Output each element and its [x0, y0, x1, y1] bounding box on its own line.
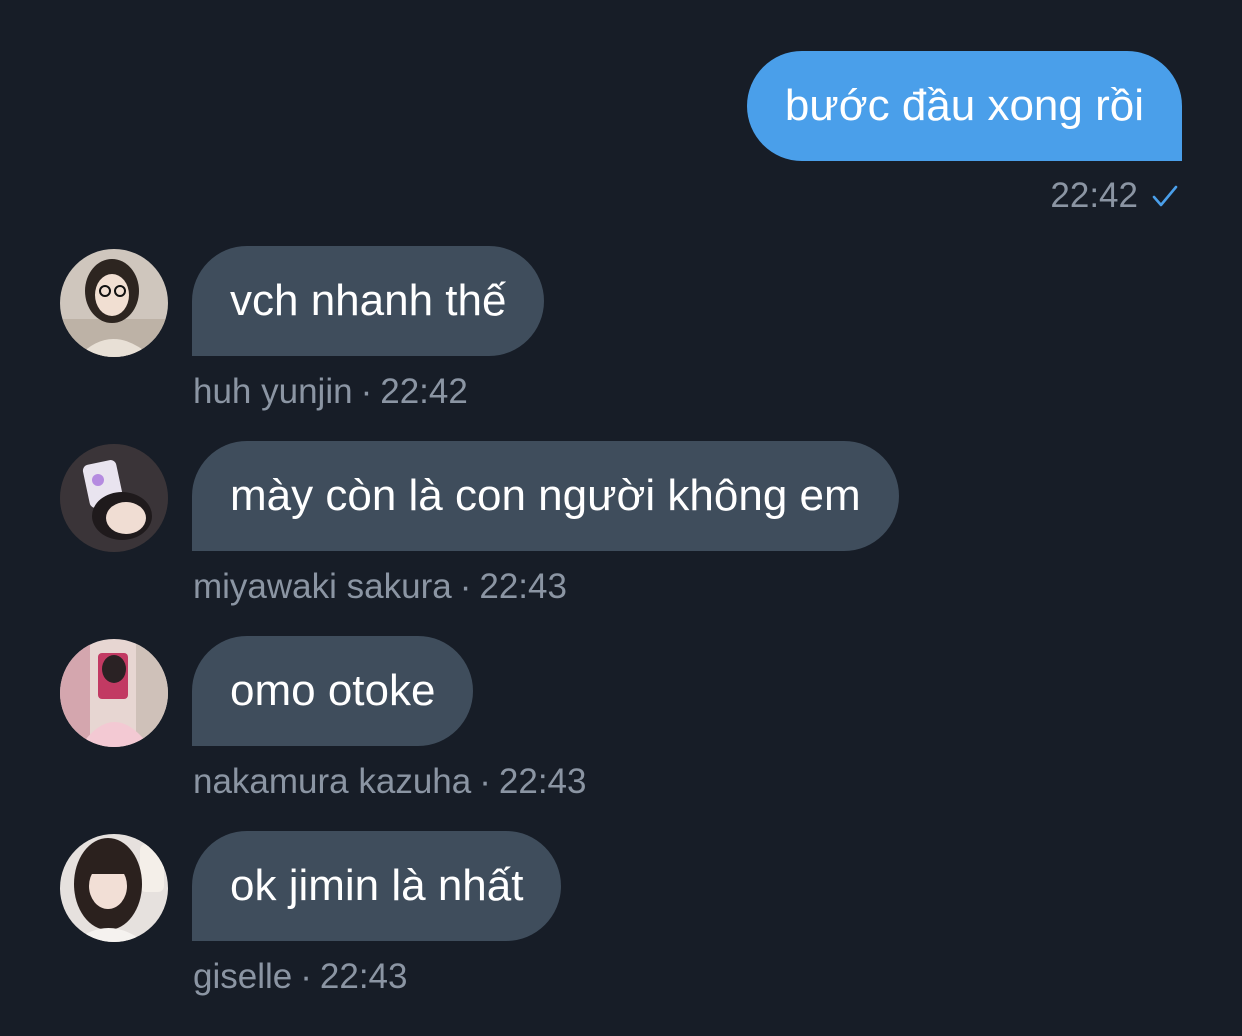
message-text: omo otoke	[230, 666, 436, 715]
message-text: vch nhanh thế	[230, 276, 507, 325]
message-meta: miyawaki sakura · 22:43	[193, 563, 567, 611]
chat-thread: bước đầu xong rồi 22:42 vch nhanh thế hu…	[0, 0, 1242, 1036]
outgoing-message-time: 22:42	[1050, 176, 1138, 215]
outgoing-message-text: bước đầu xong rồi	[784, 81, 1144, 130]
outgoing-message-bubble[interactable]: bước đầu xong rồi	[746, 51, 1182, 161]
incoming-message: ok jimin là nhất giselle · 22:43	[60, 831, 1180, 1001]
sender-name: nakamura kazuha	[193, 762, 472, 801]
avatar[interactable]	[60, 834, 168, 942]
avatar[interactable]	[60, 639, 168, 747]
sender-name: giselle	[193, 957, 293, 996]
incoming-message: vch nhanh thế huh yunjin · 22:42	[60, 246, 1180, 416]
incoming-message-bubble[interactable]: omo otoke	[192, 636, 474, 746]
avatar-photo-icon	[60, 639, 168, 747]
incoming-message-bubble[interactable]: ok jimin là nhất	[192, 831, 562, 941]
incoming-message-bubble[interactable]: mày còn là con người không em	[192, 441, 899, 551]
meta-separator: ·	[360, 372, 373, 411]
message-time: 22:43	[479, 567, 567, 606]
meta-separator: ·	[300, 957, 312, 996]
sender-name: huh yunjin	[193, 372, 353, 411]
meta-separator: ·	[479, 762, 491, 801]
incoming-message: omo otoke nakamura kazuha · 22:43	[60, 636, 1180, 806]
avatar-photo-icon	[60, 249, 168, 357]
incoming-message: mày còn là con người không em miyawaki s…	[60, 441, 1180, 611]
incoming-message-bubble[interactable]: vch nhanh thế	[192, 246, 545, 356]
message-meta: nakamura kazuha · 22:43	[193, 758, 586, 806]
message-meta: giselle · 22:43	[193, 953, 407, 1001]
avatar-photo-icon	[60, 444, 168, 552]
outgoing-message-meta: 22:42	[1050, 172, 1180, 220]
avatar[interactable]	[60, 444, 168, 552]
message-time: 22:43	[319, 957, 408, 996]
checkmark-icon	[1152, 185, 1178, 207]
message-time: 22:42	[380, 372, 468, 411]
message-text: mày còn là con người không em	[230, 471, 861, 520]
message-time: 22:43	[498, 762, 587, 801]
message-meta: huh yunjin · 22:42	[193, 368, 468, 416]
sender-name: miyawaki sakura	[193, 567, 452, 606]
avatar-photo-icon	[60, 834, 168, 942]
avatar[interactable]	[60, 249, 168, 357]
meta-separator: ·	[459, 567, 472, 606]
message-text: ok jimin là nhất	[230, 861, 524, 910]
